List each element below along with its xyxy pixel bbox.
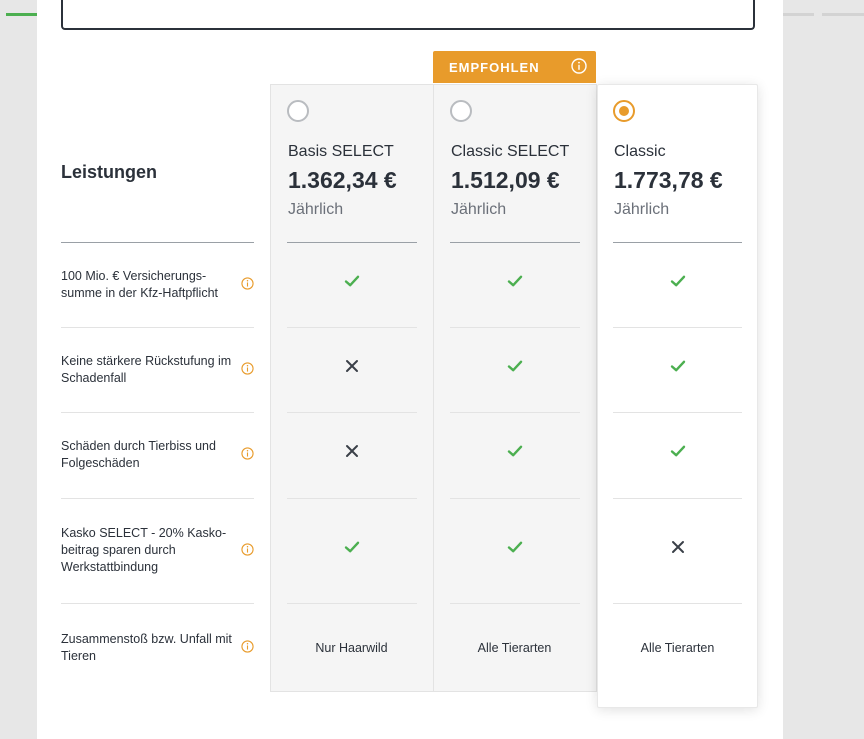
- cross-icon: [672, 541, 684, 553]
- progress-step-7: [822, 0, 864, 16]
- info-icon[interactable]: [241, 277, 254, 290]
- benefits-heading: Leistungen: [61, 162, 158, 182]
- check-icon: [507, 541, 523, 553]
- cross-icon: [346, 360, 358, 372]
- tariff-radio-classic-select[interactable]: [450, 100, 472, 122]
- divider: [613, 498, 742, 499]
- divider: [61, 412, 254, 413]
- cross-icon: [346, 445, 358, 457]
- divider: [287, 412, 417, 413]
- divider: [450, 498, 580, 499]
- info-icon[interactable]: [571, 58, 587, 74]
- feature-label: Keine stärkere Rückstufung im Schadenfal…: [61, 354, 232, 385]
- divider: [61, 498, 254, 499]
- divider: [613, 603, 742, 604]
- tariff-period: Jährlich: [288, 201, 344, 218]
- feature-value: Alle Tierarten: [640, 641, 715, 655]
- summary-box: [61, 0, 755, 30]
- info-icon[interactable]: [241, 640, 254, 653]
- info-icon[interactable]: [241, 447, 254, 460]
- check-icon: [670, 445, 686, 457]
- check-icon: [507, 360, 523, 372]
- divider: [450, 603, 580, 604]
- divider: [287, 603, 417, 604]
- divider: [287, 242, 417, 243]
- check-icon: [670, 360, 686, 372]
- feature-label: 100 Mio. € Versicherungs-summe in der Kf…: [61, 269, 218, 300]
- feature-label: Schäden durch Tierbiss und Folgeschäden: [61, 439, 216, 470]
- check-icon: [344, 275, 360, 287]
- recommended-label: EMPFOHLEN: [449, 60, 540, 75]
- info-icon[interactable]: [241, 543, 254, 556]
- check-icon: [670, 275, 686, 287]
- divider: [613, 327, 742, 328]
- divider: [450, 242, 580, 243]
- feature-value: Nur Haarwild: [315, 641, 388, 655]
- tariff-period: Jährlich: [614, 201, 670, 218]
- tariff-price: 1.362,34 €: [288, 167, 397, 193]
- info-icon[interactable]: [241, 362, 254, 375]
- check-icon: [507, 275, 523, 287]
- check-icon: [344, 541, 360, 553]
- tariff-radio-classic[interactable]: [613, 100, 635, 122]
- divider: [287, 498, 417, 499]
- feature-label: Kasko SELECT - 20% Kasko-beitrag sparen …: [61, 526, 227, 574]
- tariff-price: 1.512,09 €: [451, 167, 560, 193]
- divider: [61, 242, 254, 243]
- tariff-radio-basis-select[interactable]: [287, 100, 309, 122]
- tariff-comparison-card: EMPFOHLEN Leistungen Basis SELECT Classi…: [37, 0, 783, 739]
- tariff-name: Classic: [614, 143, 666, 160]
- divider: [287, 327, 417, 328]
- tariff-name: Basis SELECT: [288, 143, 394, 160]
- divider: [613, 242, 742, 243]
- divider: [450, 412, 580, 413]
- feature-label: Zusammenstoß bzw. Unfall mit Tieren: [61, 632, 232, 663]
- tariff-period: Jährlich: [451, 201, 507, 218]
- divider: [450, 327, 580, 328]
- divider: [613, 412, 742, 413]
- feature-value: Alle Tierarten: [477, 641, 552, 655]
- tariff-price: 1.773,78 €: [614, 167, 723, 193]
- recommended-badge: EMPFOHLEN: [433, 51, 596, 83]
- tariff-name: Classic SELECT: [451, 143, 570, 160]
- divider: [61, 603, 254, 604]
- divider: [61, 327, 254, 328]
- check-icon: [507, 445, 523, 457]
